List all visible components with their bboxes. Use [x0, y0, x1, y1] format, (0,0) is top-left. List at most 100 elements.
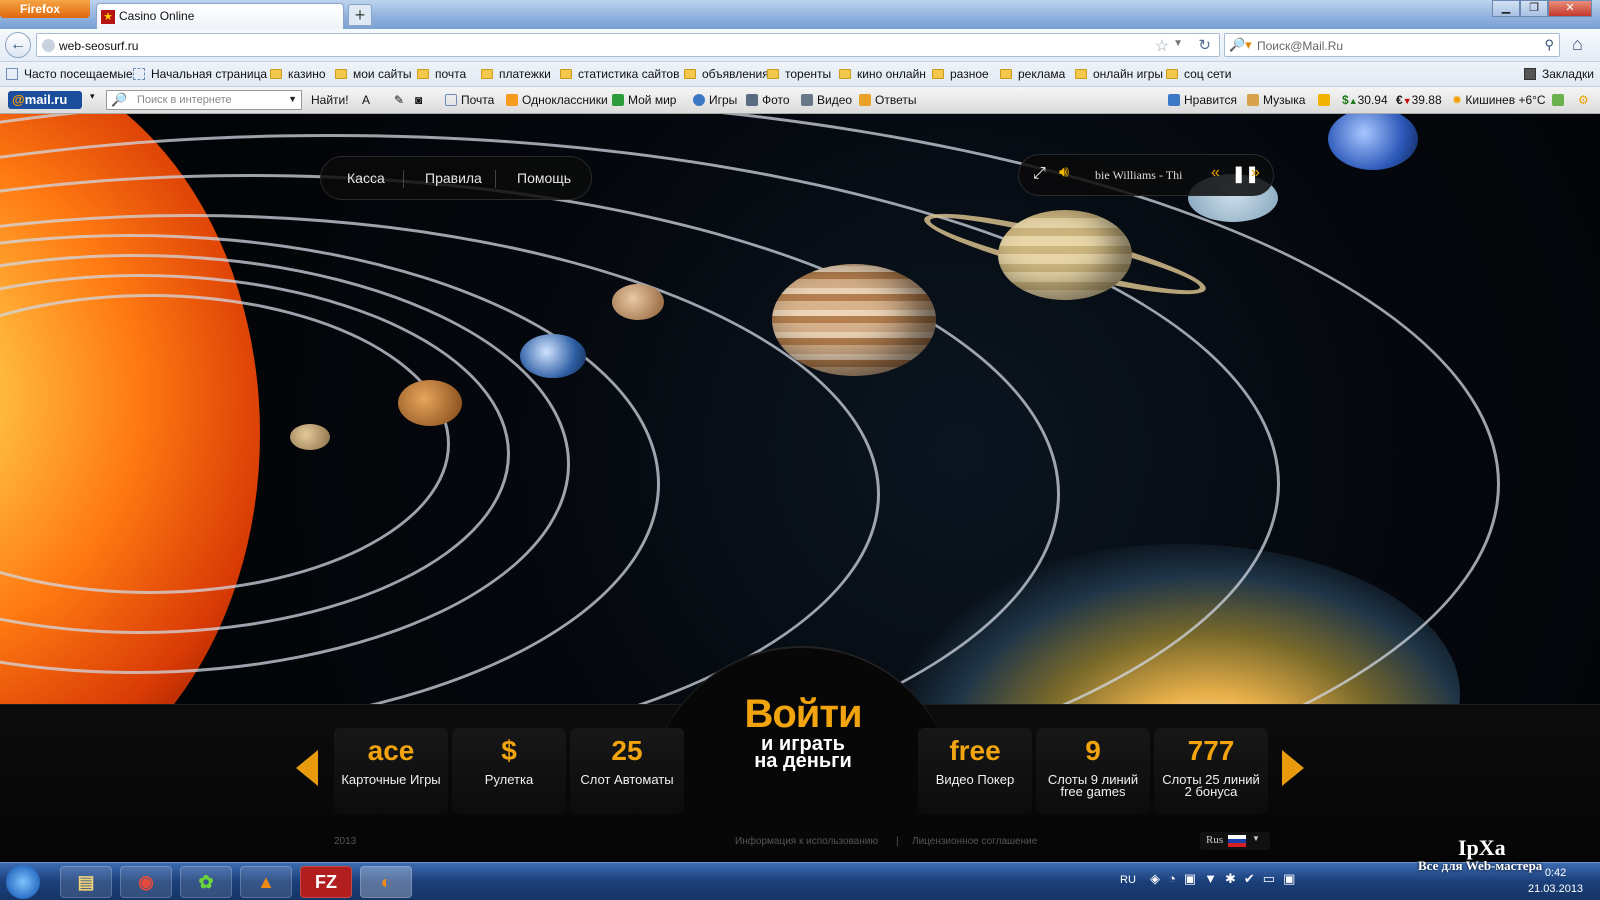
bookmark-most-visited[interactable]: Часто посещаемые — [6, 67, 133, 81]
bookmark-star-icon[interactable]: ☆ — [1155, 36, 1169, 56]
reload-icon[interactable]: ↻ — [1198, 36, 1211, 54]
bookmark-folder[interactable]: кино онлайн — [839, 67, 926, 81]
link-moi-mir[interactable]: Мой мир — [612, 93, 676, 107]
footer-usage-info-link[interactable]: Информация к использованию — [735, 836, 878, 847]
minimize-button[interactable]: ▁ — [1492, 0, 1520, 17]
bookmark-folder[interactable]: мои сайты — [335, 67, 411, 81]
like-button[interactable]: Нравится — [1168, 93, 1237, 107]
start-button[interactable] — [6, 865, 40, 899]
bookmark-folder[interactable]: казино — [270, 67, 326, 81]
font-size-icon[interactable]: A — [362, 93, 370, 107]
bookmark-folder[interactable]: торенты — [767, 67, 831, 81]
russia-flag-icon — [1228, 835, 1246, 847]
search-icon[interactable]: ⚲ — [1544, 37, 1554, 53]
eur-rate[interactable]: €▼39.88 — [1396, 93, 1442, 107]
link-games[interactable]: Игры — [693, 93, 737, 107]
language-selector[interactable]: Rus ▼ — [1200, 832, 1270, 850]
bookmark-folder[interactable]: соц сети — [1166, 67, 1232, 81]
new-tab-button[interactable]: + — [348, 4, 372, 26]
folder-icon — [335, 69, 347, 79]
music-button[interactable]: Музыка — [1247, 93, 1305, 107]
history-dropdown-icon[interactable]: ▼ — [1173, 38, 1183, 49]
saturn-planet — [998, 210, 1132, 300]
settings-gear-icon[interactable]: ⚙ — [1578, 93, 1589, 107]
search-bar[interactable]: 🔎▾ Поиск@Mail.Ru ⚲ — [1224, 33, 1560, 57]
firefox-taskbar-icon[interactable]: ◐ — [360, 866, 412, 898]
back-button[interactable]: ← — [5, 32, 31, 58]
carousel-right-arrow[interactable] — [1282, 750, 1304, 786]
menu-help[interactable]: Помощь — [517, 170, 571, 186]
home-icon[interactable]: ⌂ — [1572, 34, 1583, 55]
screenshot-icon[interactable]: ◙ — [415, 93, 422, 107]
maximize-button[interactable]: ❐ — [1520, 0, 1548, 17]
bookmark-folder[interactable]: онлайн игры — [1075, 67, 1163, 81]
input-language[interactable]: RU — [1120, 874, 1136, 886]
firefox-menu-button[interactable]: Firefox — [0, 0, 90, 18]
search-placeholder[interactable]: Поиск@Mail.Ru — [1257, 39, 1343, 53]
icq-taskbar-icon[interactable]: ✿ — [180, 866, 232, 898]
url-text[interactable]: web-seosurf.ru — [59, 39, 138, 53]
video-icon — [801, 94, 813, 106]
logo-dropdown-icon[interactable]: ▾ — [90, 91, 95, 102]
bookmark-folder[interactable]: объявления — [684, 67, 769, 81]
site-top-menu: Касса Правила Помощь — [320, 156, 592, 200]
bookmark-folder[interactable]: реклама — [1000, 67, 1065, 81]
game-slots-9-lines[interactable]: 9 Слоты 9 линий free games — [1036, 728, 1150, 814]
weather-widget[interactable]: ✹ Кишинев +6°C — [1452, 93, 1546, 107]
link-answers[interactable]: Ответы — [859, 93, 916, 107]
find-button[interactable]: Найти! — [311, 93, 349, 107]
folder-icon — [932, 69, 944, 79]
chrome-taskbar-icon[interactable]: ◉ — [120, 866, 172, 898]
site-identity-icon[interactable] — [42, 39, 55, 52]
chevron-down-icon[interactable]: ▼ — [288, 94, 297, 104]
bookmark-folder[interactable]: статистика сайтов — [560, 67, 679, 81]
explorer-taskbar-icon[interactable]: ▤ — [60, 866, 112, 898]
link-odnoklassniki[interactable]: Одноклассники — [506, 93, 608, 107]
favicon-icon: ★ — [101, 10, 115, 24]
title-bar: Firefox ★ Casino Online + ▁ ❐ ✕ — [0, 0, 1600, 29]
menu-rules[interactable]: Правила — [425, 170, 482, 186]
vlc-taskbar-icon[interactable]: ▲ — [240, 866, 292, 898]
link-mail[interactable]: Почта — [445, 93, 494, 107]
bookmark-folder[interactable]: платежки — [481, 67, 551, 81]
fullscreen-icon[interactable]: ⤢ — [1033, 165, 1046, 183]
carousel-left-arrow[interactable] — [296, 750, 318, 786]
mailru-logo[interactable]: @mail.ru — [8, 91, 82, 109]
enter-and-play-button[interactable]: Войти и играть на деньги — [700, 692, 906, 771]
game-video-poker[interactable]: free Видео Покер — [918, 728, 1032, 814]
footer-license-link[interactable]: Лицензионное соглашение — [912, 836, 1037, 847]
bookmarks-menu[interactable]: Закладки — [1524, 67, 1594, 81]
wallet-icon[interactable] — [1318, 93, 1334, 107]
mars-planet — [612, 284, 664, 320]
url-bar[interactable]: web-seosurf.ru ☆ ▼ ↻ — [36, 33, 1220, 57]
game-slots-25-lines[interactable]: 777 Слоты 25 линий 2 бонуса — [1154, 728, 1268, 814]
casino-page: Касса Правила Помощь ⤢ 🔊︎ bie Williams -… — [0, 114, 1600, 862]
next-track-icon[interactable]: » — [1251, 164, 1260, 182]
game-slots[interactable]: 25 Слот Автоматы — [570, 728, 684, 814]
folder-icon — [684, 69, 696, 79]
game-roulette[interactable]: $ Рулетка — [452, 728, 566, 814]
cards-icon: ace — [367, 735, 415, 766]
map-icon[interactable] — [1552, 93, 1568, 107]
mailru-search-input[interactable]: 🔎 Поиск в интернете ▼ — [106, 90, 302, 110]
previous-track-icon[interactable]: « — [1211, 164, 1220, 182]
search-engine-icon[interactable]: 🔎▾ — [1229, 37, 1252, 53]
bookmark-folder[interactable]: почта — [417, 67, 466, 81]
volume-icon[interactable]: 🔊︎ — [1059, 164, 1069, 182]
highlight-icon[interactable]: ✎ — [394, 93, 404, 107]
link-video[interactable]: Видео — [801, 93, 852, 107]
mercury-planet — [290, 424, 330, 450]
tab-title: Casino Online — [119, 9, 195, 23]
menu-cashier[interactable]: Касса — [347, 170, 385, 186]
bookmark-folder[interactable]: разное — [932, 67, 989, 81]
mailru-toolbar: @mail.ru ▾ 🔎 Поиск в интернете ▼ Найти! … — [0, 87, 1600, 114]
system-tray-icons[interactable]: ◈◔▣▼✱✔▭▣ — [1150, 871, 1303, 887]
bookmark-start-page[interactable]: Начальная страница — [133, 67, 267, 81]
filezilla-taskbar-icon[interactable]: FZ — [300, 866, 352, 898]
close-button[interactable]: ✕ — [1548, 0, 1592, 17]
folder-icon — [1000, 69, 1012, 79]
game-card-games[interactable]: ace Карточные Игры — [334, 728, 448, 814]
usd-rate[interactable]: $▲30.94 — [1342, 93, 1388, 107]
tab-casino-online[interactable]: ★ Casino Online — [96, 3, 344, 29]
link-photo[interactable]: Фото — [746, 93, 790, 107]
